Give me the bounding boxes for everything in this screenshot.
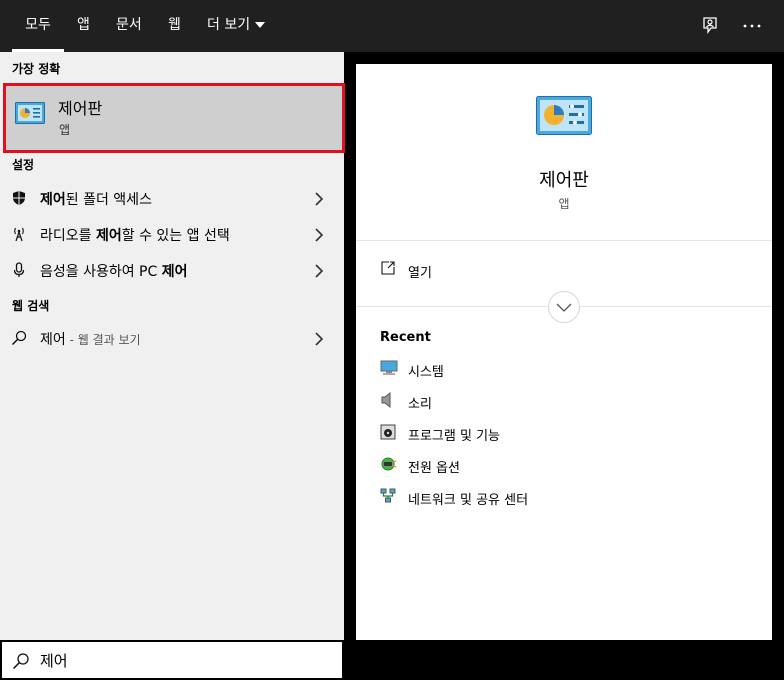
preview-app-type: 앱 <box>558 197 570 211</box>
chevron-right-icon[interactable] <box>314 331 324 346</box>
match-highlight: 제어 <box>161 264 188 280</box>
tab-all[interactable]: 모두 <box>12 0 64 52</box>
open-label: 열기 <box>408 266 432 281</box>
web-search-item[interactable]: 제어 - 웹 결과 보기 <box>0 320 344 356</box>
recent-item-label: 시스템 <box>408 365 444 380</box>
control-panel-icon <box>536 96 592 140</box>
chevron-down-icon <box>556 303 572 312</box>
tab-all-label: 모두 <box>25 17 51 33</box>
recent-heading: Recent <box>380 330 431 345</box>
network-icon <box>380 488 398 508</box>
speaker-icon <box>380 391 398 412</box>
system-monitor-icon <box>380 360 398 380</box>
recent-item-label: 네트워크 및 공유 센터 <box>408 493 529 508</box>
match-highlight: 제어 <box>95 228 122 244</box>
top-bar: 모두 앱 문서 웹 더 보기 <box>0 0 784 52</box>
preview-app-name: 제어판 <box>539 170 589 191</box>
search-box[interactable] <box>0 640 344 680</box>
label-pre: 음성을 사용하여 PC <box>40 264 162 280</box>
chevron-right-icon[interactable] <box>314 191 324 206</box>
tab-more[interactable]: 더 보기 <box>207 0 266 52</box>
web-search-heading: 웹 검색 <box>12 299 50 313</box>
recent-item-label: 소리 <box>408 397 432 412</box>
web-suffix: - 웹 결과 보기 <box>65 333 141 347</box>
more-options-icon[interactable] <box>740 14 764 38</box>
setting-item-label: 제어된 폴더 액세스 <box>40 189 152 209</box>
tab-web-label: 웹 <box>168 17 181 33</box>
expand-button[interactable] <box>548 291 580 323</box>
best-match-type: 앱 <box>59 123 71 137</box>
setting-item-radio-control[interactable]: 라디오를 제어할 수 있는 앱 선택 <box>0 216 344 252</box>
recent-item-label: 프로그램 및 기능 <box>408 429 500 444</box>
setting-item-label: 라디오를 제어할 수 있는 앱 선택 <box>40 225 230 245</box>
best-match-item[interactable]: 제어판 앱 <box>3 83 345 153</box>
divider <box>356 240 772 241</box>
tab-web[interactable]: 웹 <box>168 0 181 52</box>
settings-heading: 설정 <box>12 158 35 172</box>
chevron-right-icon[interactable] <box>314 263 324 278</box>
search-icon <box>11 330 27 346</box>
open-icon <box>380 260 396 280</box>
label-rest: 된 폴더 액세스 <box>65 192 152 208</box>
control-panel-icon <box>15 102 45 130</box>
best-match-heading: 가장 정확 <box>12 62 61 76</box>
setting-item-label: 음성을 사용하여 PC 제어 <box>40 261 188 281</box>
match-highlight: 제어 <box>40 192 66 208</box>
best-match-name: 제어판 <box>58 99 103 118</box>
programs-icon <box>380 424 398 444</box>
label-pre: 라디오를 <box>40 228 96 244</box>
tab-apps[interactable]: 앱 <box>77 0 91 52</box>
preview-panel: 제어판 앱 열기 Recent 시스템 소리 프로그램 및 기능 전원 옵션 네… <box>356 64 772 640</box>
tab-apps-label: 앱 <box>77 17 90 33</box>
tab-more-label: 더 보기 <box>207 17 251 33</box>
label-rest: 할 수 있는 앱 선택 <box>121 228 230 244</box>
microphone-icon <box>11 262 27 278</box>
caret-down-icon <box>255 22 266 28</box>
results-panel: 가장 정확 제어판 앱 설정 제어된 폴더 액세스 라디오를 제어할 수 있는 … <box>0 52 345 640</box>
tab-documents-label: 문서 <box>116 17 142 33</box>
search-icon <box>12 652 30 674</box>
feedback-icon[interactable] <box>698 14 722 38</box>
antenna-icon <box>11 226 27 242</box>
shield-icon <box>11 190 27 206</box>
recent-item-label: 전원 옵션 <box>408 461 460 476</box>
search-input[interactable] <box>40 648 330 672</box>
power-options-icon <box>380 456 398 476</box>
web-query: 제어 <box>40 332 66 348</box>
tab-documents[interactable]: 문서 <box>116 0 142 52</box>
web-search-label: 제어 - 웹 결과 보기 <box>40 329 141 349</box>
setting-item-voice-control[interactable]: 음성을 사용하여 PC 제어 <box>0 252 344 288</box>
chevron-right-icon[interactable] <box>314 227 324 242</box>
setting-item-controlled-folder-access[interactable]: 제어된 폴더 액세스 <box>0 180 344 216</box>
